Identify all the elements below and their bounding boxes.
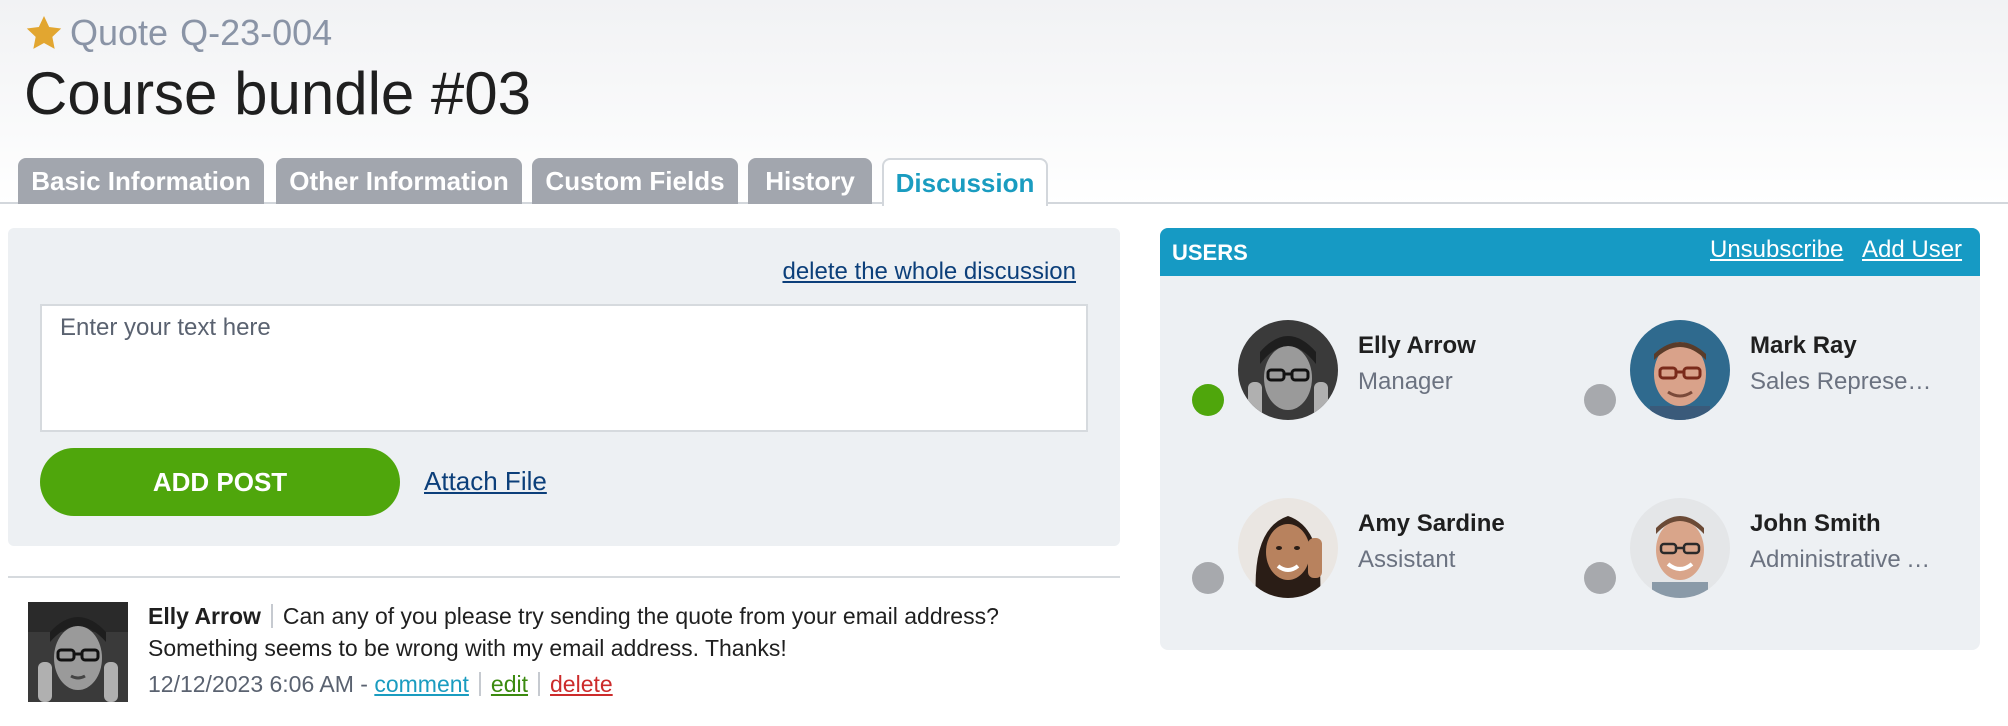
tab-history[interactable]: History bbox=[748, 158, 872, 204]
add-user-link[interactable]: Add User bbox=[1862, 236, 1962, 264]
avatar[interactable] bbox=[1238, 498, 1338, 598]
unsubscribe-link[interactable]: Unsubscribe bbox=[1710, 236, 1843, 264]
user-name[interactable]: Amy Sardine bbox=[1358, 510, 1505, 538]
record-id: Q-23-004 bbox=[180, 12, 333, 53]
comment-link[interactable]: comment bbox=[374, 671, 469, 697]
delete-discussion-link[interactable]: delete the whole discussion bbox=[782, 258, 1076, 286]
post-meta: 12/12/2023 6:06 AM - comment edit delete bbox=[148, 668, 613, 700]
user-name[interactable]: John Smith bbox=[1750, 510, 1881, 538]
attach-file-link[interactable]: Attach File bbox=[424, 466, 547, 497]
post-timestamp: 12/12/2023 6:06 AM - bbox=[148, 671, 375, 697]
separator bbox=[478, 672, 481, 696]
add-post-button[interactable]: ADD POST bbox=[40, 448, 400, 516]
page-title: Course bundle #03 bbox=[24, 60, 532, 127]
users-header: USERS Unsubscribe Add User bbox=[1160, 228, 1980, 276]
posts-divider bbox=[8, 576, 1120, 578]
tab-custom-fields[interactable]: Custom Fields bbox=[532, 158, 738, 204]
user-role: Manager bbox=[1358, 368, 1453, 395]
avatar[interactable] bbox=[1238, 320, 1338, 420]
avatar[interactable] bbox=[28, 602, 128, 702]
post-text: Can any of you please try sending the qu… bbox=[148, 603, 999, 661]
user-card: John Smith Administrative Assistant bbox=[1552, 498, 1936, 608]
user-role: Sales Representative bbox=[1750, 368, 1936, 395]
user-card: Elly Arrow Manager bbox=[1160, 320, 1540, 430]
users-title: USERS bbox=[1172, 240, 1248, 265]
separator bbox=[538, 672, 541, 696]
online-status-indicator bbox=[1192, 384, 1224, 416]
user-role: Administrative Assistant bbox=[1750, 546, 1936, 573]
tab-other-information[interactable]: Other Information bbox=[276, 158, 522, 204]
offline-status-indicator bbox=[1584, 562, 1616, 594]
user-role: Assistant bbox=[1358, 546, 1456, 573]
offline-status-indicator bbox=[1584, 384, 1616, 416]
user-name[interactable]: Elly Arrow bbox=[1358, 332, 1476, 360]
avatar[interactable] bbox=[1630, 498, 1730, 598]
post-text-input[interactable]: Enter your text here bbox=[40, 304, 1088, 432]
separator bbox=[270, 604, 273, 628]
new-post-panel: delete the whole discussion Enter your t… bbox=[8, 228, 1120, 546]
star-icon[interactable] bbox=[24, 13, 64, 53]
user-card: Mark Ray Sales Representative bbox=[1552, 320, 1936, 430]
post-author[interactable]: Elly Arrow bbox=[148, 603, 261, 629]
tab-discussion[interactable]: Discussion bbox=[882, 158, 1048, 206]
users-panel: USERS Unsubscribe Add User Elly Arrow Ma… bbox=[1160, 228, 1980, 650]
post-body: Elly Arrow Can any of you please try send… bbox=[148, 600, 1088, 664]
delete-link[interactable]: delete bbox=[550, 671, 613, 697]
edit-link[interactable]: edit bbox=[491, 671, 528, 697]
avatar[interactable] bbox=[1630, 320, 1730, 420]
record-heading: Quote Q-23-004 bbox=[20, 8, 332, 58]
tab-basic-information[interactable]: Basic Information bbox=[18, 158, 264, 204]
user-card: Amy Sardine Assistant bbox=[1160, 498, 1540, 608]
offline-status-indicator bbox=[1192, 562, 1224, 594]
user-name[interactable]: Mark Ray bbox=[1750, 332, 1857, 360]
record-type: Quote bbox=[70, 12, 169, 53]
